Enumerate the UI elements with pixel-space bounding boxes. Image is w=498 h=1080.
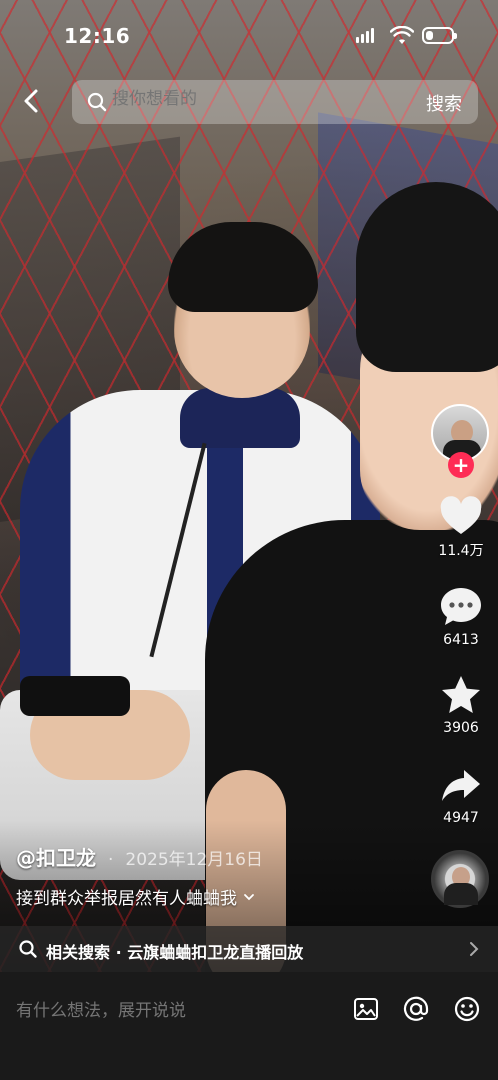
favorite-button[interactable]: 3906 (430, 674, 492, 736)
chevron-right-icon (470, 942, 479, 956)
post-date-separator: · (108, 850, 114, 870)
comment-button[interactable]: 6413 (430, 586, 492, 648)
like-button[interactable]: 11.4万 (430, 496, 492, 560)
caption-text: 接到群众举报居然有人蛐蛐我 (16, 889, 237, 909)
comment-bar (0, 972, 498, 1080)
comment-count: 6413 (443, 632, 479, 648)
like-count: 11.4万 (438, 543, 484, 559)
music-disc[interactable] (431, 850, 489, 908)
share-count: 4947 (443, 810, 479, 826)
search-button[interactable]: 搜索 (426, 90, 462, 116)
related-search-text: 相关搜索 · 云旗蛐蛐扣卫龙直播回放 (46, 943, 304, 962)
search-icon (19, 940, 37, 958)
favorite-count: 3906 (443, 720, 479, 736)
search-icon (87, 92, 107, 112)
battery-icon (422, 27, 457, 44)
status-bar: 12:16 (0, 0, 498, 74)
emoji-icon[interactable] (453, 995, 481, 1023)
author-row: @扣卫龙 · 2025年12月16日 (16, 842, 263, 871)
related-search-bar[interactable]: 相关搜索 · 云旗蛐蛐扣卫龙直播回放 (0, 926, 498, 972)
post-caption[interactable]: 接到群众举报居然有人蛐蛐我 (16, 884, 255, 909)
battery-level (426, 31, 433, 40)
share-button[interactable]: 4947 (430, 766, 492, 826)
comment-input[interactable] (16, 998, 316, 1024)
image-icon[interactable] (352, 995, 380, 1023)
status-time: 12:16 (64, 24, 131, 48)
chevron-left-icon (24, 89, 38, 113)
chevron-down-icon (244, 893, 254, 900)
video-frame[interactable] (0, 0, 498, 972)
author-name[interactable]: @扣卫龙 (16, 842, 96, 871)
share-icon (442, 770, 480, 801)
mention-icon[interactable] (402, 995, 430, 1023)
post-date: 2025年12月16日 (125, 850, 263, 870)
follow-button[interactable]: + (448, 452, 474, 478)
wifi-icon (390, 26, 414, 44)
comment-icon (441, 588, 481, 625)
star-icon (442, 676, 480, 713)
phone-in-hand (20, 676, 130, 716)
plus-icon: + (452, 453, 470, 477)
back-button[interactable] (16, 86, 46, 116)
heart-icon (440, 496, 482, 534)
cellular-signal-icon (356, 28, 374, 43)
search-input[interactable] (112, 89, 392, 109)
search-bar[interactable]: 搜索 (72, 80, 478, 124)
right-person-beanie (356, 182, 498, 372)
